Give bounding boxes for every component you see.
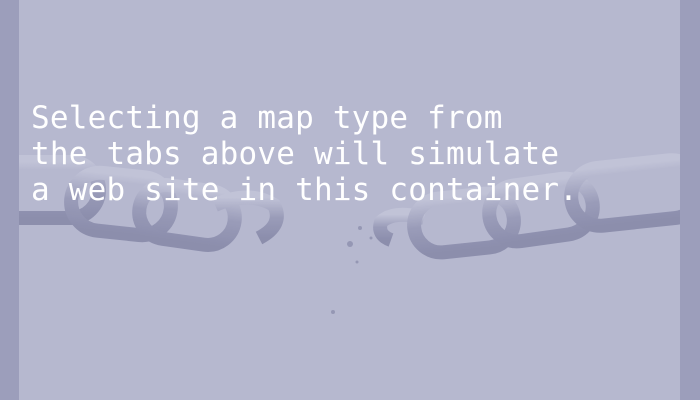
message-line-1: Selecting a map type from: [31, 100, 503, 136]
message-line-3: a web site in this container.: [31, 172, 579, 208]
message-line-2: the tabs above will simulate: [31, 136, 560, 172]
simulated-site-container: Selecting a map type from the tabs above…: [19, 0, 680, 400]
page-frame: Selecting a map type from the tabs above…: [0, 0, 700, 400]
placeholder-message: Selecting a map type from the tabs above…: [31, 100, 671, 208]
